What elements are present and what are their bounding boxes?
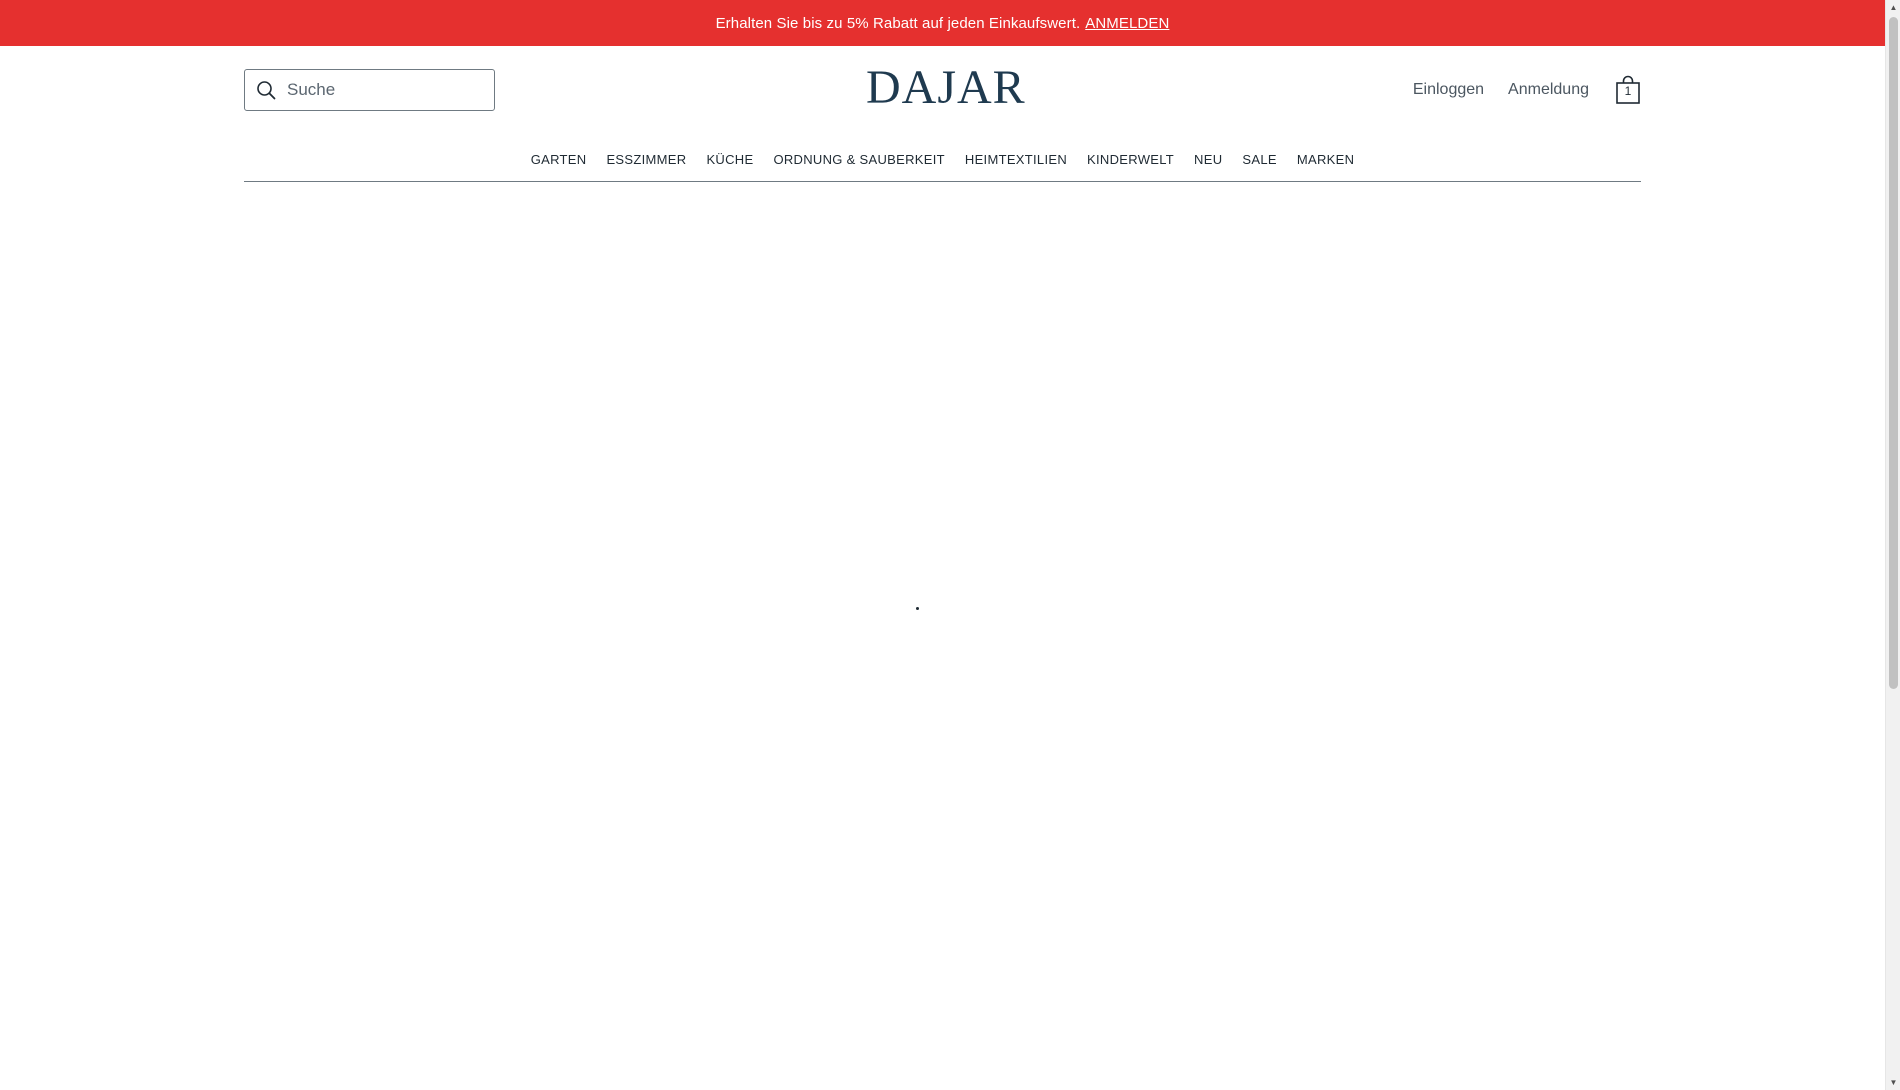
logo[interactable]: DAJAR bbox=[866, 62, 1025, 114]
nav-item-esszimmer[interactable]: ESSZIMMER bbox=[606, 152, 686, 167]
promo-text: Erhalten Sie bis zu 5% Rabatt auf jeden … bbox=[715, 14, 1081, 32]
scrollbar-thumb[interactable] bbox=[1889, 17, 1898, 689]
nav-item-sale[interactable]: SALE bbox=[1242, 152, 1276, 167]
nav-item-garten[interactable]: GARTEN bbox=[531, 152, 587, 167]
nav-item-kinderwelt[interactable]: KINDERWELT bbox=[1087, 152, 1174, 167]
search-icon[interactable] bbox=[255, 79, 277, 101]
login-link[interactable]: Einloggen bbox=[1413, 81, 1484, 99]
page-scrollbar[interactable]: ▲ ▼ bbox=[1885, 0, 1900, 1090]
cart-count-badge: 1 bbox=[1624, 84, 1632, 98]
page: Erhalten Sie bis zu 5% Rabatt auf jeden … bbox=[0, 0, 1900, 1090]
promo-signup-link[interactable]: ANMELDEN bbox=[1085, 15, 1169, 32]
cart-button[interactable]: 1 bbox=[1615, 75, 1641, 105]
search-input[interactable] bbox=[287, 80, 477, 100]
account-links: Einloggen Anmeldung 1 bbox=[1389, 75, 1641, 105]
nav-item-heimtextilien[interactable]: HEIMTEXTILIEN bbox=[965, 152, 1067, 167]
nav-item-kueche[interactable]: KÜCHE bbox=[706, 152, 753, 167]
main-nav: GARTEN ESSZIMMER KÜCHE ORDNUNG & SAUBERK… bbox=[244, 147, 1641, 171]
promo-bar: Erhalten Sie bis zu 5% Rabatt auf jeden … bbox=[0, 0, 1885, 46]
scroll-up-icon[interactable]: ▲ bbox=[1886, 0, 1900, 15]
search-box[interactable] bbox=[244, 69, 495, 111]
loading-indicator bbox=[916, 607, 919, 610]
scroll-down-icon[interactable]: ▼ bbox=[1886, 1075, 1900, 1090]
site-header: DAJAR Einloggen Anmeldung 1 GARTEN ESSZI… bbox=[244, 46, 1641, 182]
register-link[interactable]: Anmeldung bbox=[1508, 81, 1589, 99]
nav-item-ordnung-sauberkeit[interactable]: ORDNUNG & SAUBERKEIT bbox=[773, 152, 944, 167]
nav-item-neu[interactable]: NEU bbox=[1194, 152, 1222, 167]
nav-item-marken[interactable]: MARKEN bbox=[1297, 152, 1354, 167]
